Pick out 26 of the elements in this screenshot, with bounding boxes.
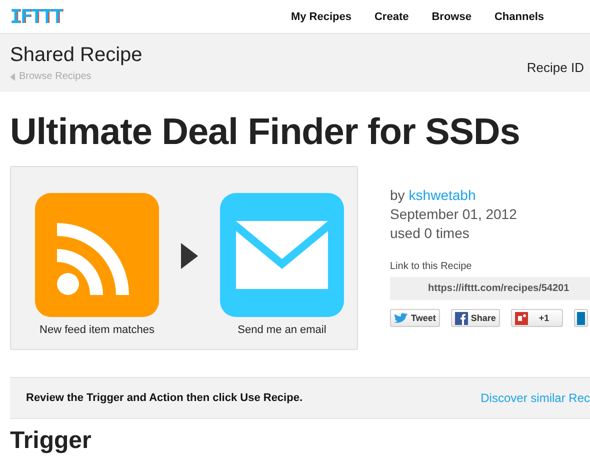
arrow-icon: [181, 243, 198, 269]
link-label: Link to this Recipe: [390, 261, 472, 272]
share-button[interactable]: Share: [450, 309, 500, 327]
banner-message: Review the Trigger and Action then click Use Recipe.: [26, 392, 303, 404]
section-heading: Trigger: [10, 427, 92, 454]
page-title: Shared Recipe: [10, 43, 142, 67]
action-caption: Send me an email: [238, 324, 326, 336]
google-plus-icon: [514, 312, 528, 324]
recipe-url-field[interactable]: https://ifttt.com/recipes/54201: [390, 277, 590, 300]
nav-link[interactable]: Channels: [494, 10, 544, 22]
rss-feed-icon: [35, 193, 159, 317]
nav-link[interactable]: Browse: [432, 10, 472, 22]
trigger-caption: New feed item matches: [40, 324, 154, 336]
caret-icon: [10, 72, 15, 80]
envelope-icon: [220, 193, 344, 317]
nav-link[interactable]: My Recipes: [290, 10, 352, 22]
recipe-date: September 01, 2012: [390, 205, 517, 224]
usage-count: used 0 times: [390, 224, 470, 243]
recipe-id-label: Recipe ID: [526, 60, 584, 77]
bird-icon: [394, 312, 408, 324]
share-button[interactable]: Tweet: [390, 309, 440, 327]
by-label: by: [390, 186, 405, 205]
facebook-icon: [454, 312, 468, 324]
share-button[interactable]: +1: [510, 309, 564, 327]
nav-link[interactable]: Create: [374, 10, 409, 22]
recipe-title: Ultimate Deal Finder for SSDs: [10, 110, 521, 154]
